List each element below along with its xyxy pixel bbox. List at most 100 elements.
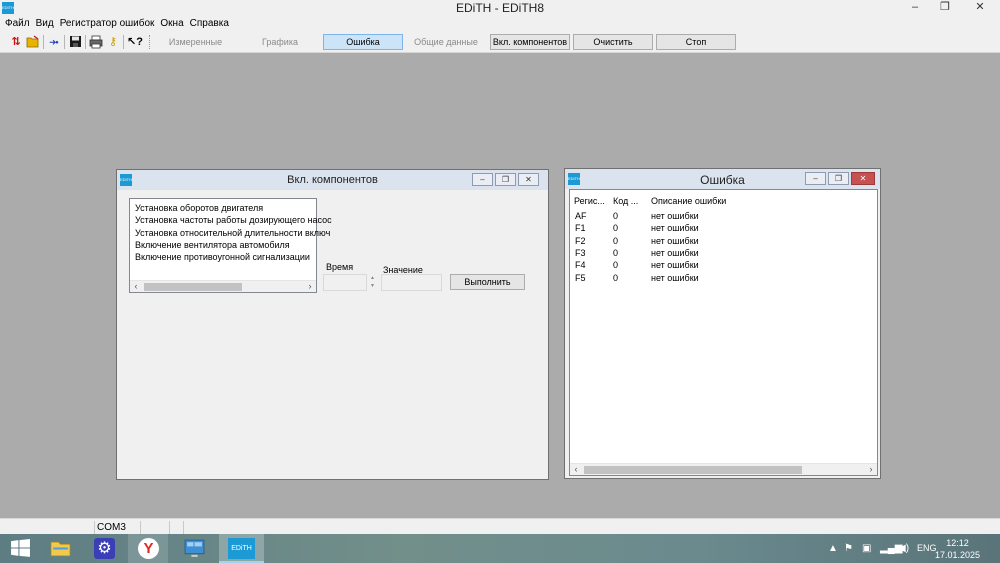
time-label: Время: [326, 262, 354, 272]
taskbar: ⚙ Y EDiTH ▲ ⚑ ▣ ▂▄▆ ◀) ENG 12:12 17.01.2…: [0, 534, 1000, 563]
windows-logo-icon: [11, 539, 30, 557]
print-icon[interactable]: [89, 35, 103, 49]
minimize-button[interactable]: –: [900, 0, 930, 16]
column-header-register[interactable]: Регис...: [574, 196, 605, 206]
components-list[interactable]: Установка оборотов двигателя Установка ч…: [129, 198, 332, 293]
folder-icon: [50, 541, 71, 557]
status-cell: [172, 521, 184, 534]
list-item[interactable]: Установка частоты работы дозирующего нас…: [135, 214, 332, 226]
scrollbar-thumb[interactable]: [584, 466, 802, 474]
key-icon[interactable]: ⚷: [106, 35, 120, 49]
column-header-code[interactable]: Код ...: [613, 196, 638, 206]
components-button[interactable]: Вкл. компонентов: [490, 34, 570, 50]
list-item[interactable]: Включение противоугонной сигнализации: [135, 251, 310, 263]
arrow-icon[interactable]: ⤞: [47, 35, 61, 49]
taskbar-clock[interactable]: 12:12 17.01.2025: [935, 537, 980, 561]
horizontal-scrollbar[interactable]: ‹ ›: [130, 280, 316, 292]
menu-windows[interactable]: Окна: [157, 16, 186, 31]
error-close-button[interactable]: ✕: [851, 172, 875, 185]
toolbar-separator: [64, 35, 65, 49]
app-title: EDiTH - EDiTH8: [455, 1, 544, 15]
table-cell[interactable]: F5: [575, 273, 586, 283]
list-item[interactable]: Установка относительной длительности вкл…: [135, 227, 330, 239]
monitor-icon: [184, 539, 205, 557]
menu-file[interactable]: Файл: [2, 16, 33, 31]
clear-button[interactable]: Очистить: [573, 34, 653, 50]
menu-help[interactable]: Справка: [187, 16, 232, 31]
table-cell: нет ошибки: [651, 260, 699, 270]
scroll-left-icon[interactable]: ‹: [570, 464, 582, 475]
time-input[interactable]: [323, 274, 367, 291]
save-icon[interactable]: [68, 35, 82, 49]
error-window-titlebar[interactable]: EDITH Ошибка – ❐ ✕: [565, 169, 880, 189]
close-button[interactable]: ✕: [960, 0, 1000, 16]
table-cell[interactable]: F4: [575, 260, 586, 270]
error-minimize-button[interactable]: –: [805, 172, 826, 185]
show-hidden-icons[interactable]: ▲: [828, 543, 838, 554]
table-cell: 0: [613, 223, 619, 233]
value-input[interactable]: [381, 274, 442, 291]
error-button[interactable]: Ошибка: [323, 34, 403, 50]
error-window: EDITH Ошибка – ❐ ✕ Регис... Код ... Опис…: [564, 168, 881, 479]
window-controls: – ❐ ✕: [900, 0, 1000, 16]
help-icon[interactable]: ↖?: [127, 35, 143, 49]
components-window: EDITH Вкл. компонентов – ❐ ✕ Установка о…: [116, 169, 549, 480]
table-cell: 0: [613, 273, 619, 283]
file-explorer-button[interactable]: [40, 534, 80, 563]
error-restore-button[interactable]: ❐: [828, 172, 849, 185]
general-data-button[interactable]: Общие данные: [406, 34, 486, 50]
toolbar-separator: [43, 35, 44, 49]
connect-icon[interactable]: ⇅: [9, 35, 23, 49]
table-cell: нет ошибки: [651, 236, 699, 246]
table-cell[interactable]: F3: [575, 248, 586, 258]
table-cell: нет ошибки: [651, 248, 699, 258]
toolbar-grip: [149, 35, 151, 49]
list-item[interactable]: Установка оборотов двигателя: [135, 202, 263, 214]
table-cell: нет ошибки: [651, 223, 699, 233]
volume-icon[interactable]: ◀): [898, 543, 909, 554]
spin-up-icon[interactable]: ▲: [368, 274, 377, 282]
scroll-right-icon[interactable]: ›: [304, 281, 316, 292]
menu-view[interactable]: Вид: [33, 16, 57, 31]
control-panel-button[interactable]: ⚙: [84, 534, 124, 563]
yandex-browser-button[interactable]: Y: [128, 534, 168, 563]
column-header-description[interactable]: Описание ошибки: [651, 196, 726, 206]
measured-values-button[interactable]: Измеренные значения: [154, 34, 237, 61]
components-restore-button[interactable]: ❐: [495, 173, 516, 186]
table-cell[interactable]: F1: [575, 223, 586, 233]
menu-error-logger[interactable]: Регистратор ошибок: [57, 16, 158, 31]
remote-desktop-button[interactable]: [174, 534, 214, 563]
start-button[interactable]: [0, 534, 40, 563]
table-cell: нет ошибки: [651, 211, 699, 221]
components-minimize-button[interactable]: –: [472, 173, 493, 186]
horizontal-scrollbar[interactable]: ‹ ›: [570, 463, 877, 475]
scrollbar-thumb[interactable]: [144, 283, 242, 291]
components-close-button[interactable]: ✕: [518, 173, 539, 186]
language-indicator[interactable]: ENG: [917, 543, 937, 553]
open-folder-icon[interactable]: [26, 35, 40, 49]
time-spinner[interactable]: ▲ ▼: [368, 274, 377, 291]
table-cell[interactable]: F2: [575, 236, 586, 246]
table-cell: нет ошибки: [651, 273, 699, 283]
maximize-button[interactable]: ❐: [930, 0, 960, 16]
table-cell: 0: [613, 248, 619, 258]
scroll-left-icon[interactable]: ‹: [130, 281, 142, 292]
status-bar: COM3: [0, 518, 1000, 534]
stop-button[interactable]: Стоп: [656, 34, 736, 50]
spin-down-icon[interactable]: ▼: [368, 282, 377, 290]
execute-button[interactable]: Выполнить: [450, 274, 525, 290]
error-window-controls: – ❐ ✕: [805, 172, 875, 185]
device-icon[interactable]: ▣: [862, 543, 871, 554]
graphics-button[interactable]: Графика: [240, 34, 320, 50]
error-list[interactable]: Регис... Код ... Описание ошибки AF 0 не…: [569, 189, 878, 476]
app-titlebar: EDITH EDiTH - EDiTH8 – ❐ ✕: [0, 0, 1000, 16]
flag-icon[interactable]: ⚑: [844, 543, 853, 554]
components-window-titlebar[interactable]: EDITH Вкл. компонентов – ❐ ✕: [117, 170, 548, 190]
list-item[interactable]: Включение вентилятора автомобиля: [135, 239, 290, 251]
status-cell: [143, 521, 170, 534]
table-cell[interactable]: AF: [575, 211, 587, 221]
table-cell: 0: [613, 236, 619, 246]
edith-taskbar-button[interactable]: EDiTH: [219, 534, 264, 563]
scroll-right-icon[interactable]: ›: [865, 464, 877, 475]
table-cell: 0: [613, 260, 619, 270]
